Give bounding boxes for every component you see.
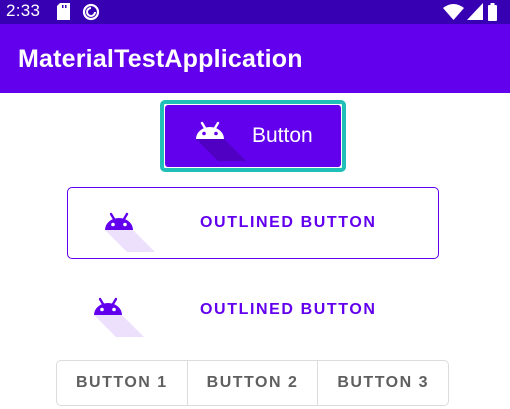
status-time: 2:33 (6, 1, 41, 20)
status-bar: 2:33 (0, 0, 510, 24)
sd-card-icon (57, 3, 70, 25)
text-button-label: OUTLINED BUTTON (200, 301, 377, 318)
outlined-button[interactable]: OUTLINED BUTTON (67, 187, 439, 259)
wifi-icon (443, 3, 464, 25)
app-title: MaterialTestApplication (18, 45, 303, 73)
android-icon (93, 297, 145, 346)
android-icon (104, 212, 156, 261)
filled-button[interactable]: Button (165, 105, 341, 167)
toggle-button-2[interactable]: BUTTON 2 (186, 361, 318, 405)
toggle-button-group: BUTTON 1 BUTTON 2 BUTTON 3 (56, 360, 449, 406)
android-icon (195, 121, 247, 170)
cellular-signal-icon (467, 3, 483, 25)
battery-icon (488, 3, 497, 26)
toggle-button-3[interactable]: BUTTON 3 (317, 361, 448, 405)
toggle-button-1[interactable]: BUTTON 1 (57, 361, 187, 405)
app-bar: MaterialTestApplication (0, 24, 510, 93)
outlined-button-label: OUTLINED BUTTON (200, 214, 377, 231)
sync-icon (82, 3, 100, 26)
filled-button-label: Button (252, 124, 313, 147)
text-button[interactable]: OUTLINED BUTTON (67, 275, 439, 347)
